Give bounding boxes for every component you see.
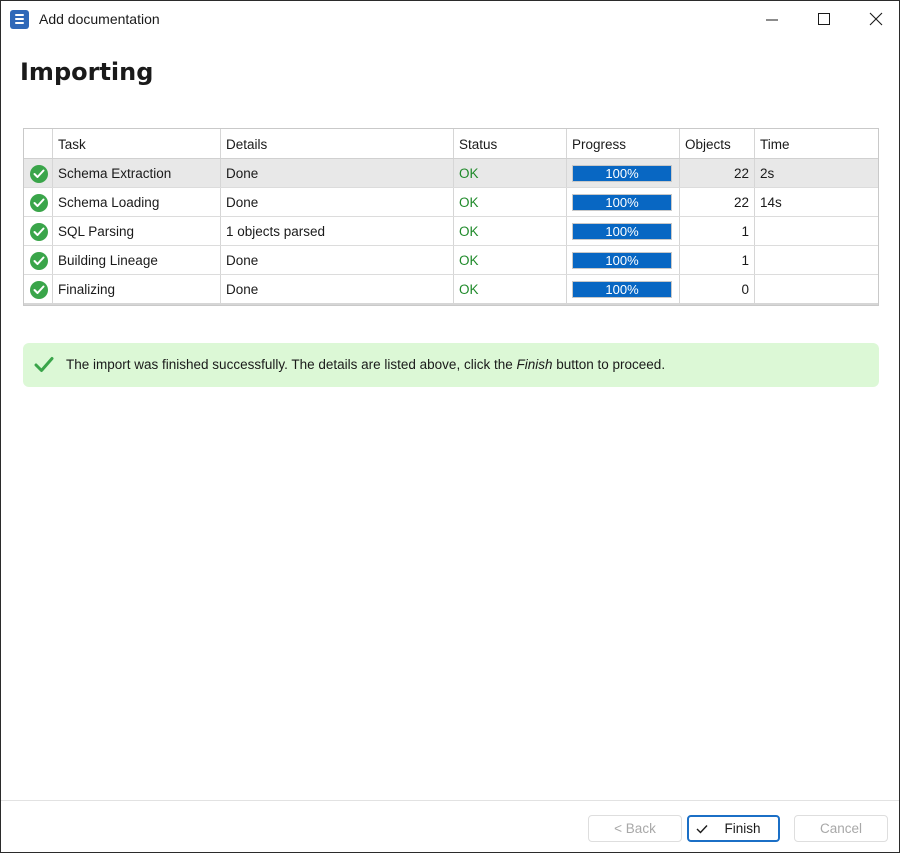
cell-task: Schema Loading: [52, 188, 220, 216]
maximize-button[interactable]: [801, 1, 847, 37]
progress-bar: 100%: [572, 194, 672, 211]
header-details[interactable]: Details: [220, 129, 453, 158]
cell-objects: 1: [679, 217, 754, 245]
header-task[interactable]: Task: [52, 129, 220, 158]
header-icon-column: [24, 129, 52, 158]
footer-divider: [1, 800, 899, 801]
check-circle-icon: [30, 252, 48, 270]
progress-text: 100%: [605, 224, 639, 239]
cell-objects: 1: [679, 246, 754, 274]
close-button[interactable]: [853, 1, 899, 37]
cell-details: 1 objects parsed: [220, 217, 453, 245]
progress-text: 100%: [605, 166, 639, 181]
checkmark-icon: [34, 357, 54, 372]
message-part-1: The import was finished successfully. Th…: [66, 357, 517, 372]
cell-progress: 100%: [566, 159, 679, 187]
cell-task: Finalizing: [52, 275, 220, 303]
check-icon: [696, 825, 708, 834]
header-time[interactable]: Time: [754, 129, 878, 158]
table-row[interactable]: Finalizing Done OK 100% 0: [24, 275, 878, 304]
header-objects[interactable]: Objects: [679, 129, 754, 158]
table-header-row: Task Details Status Progress Objects Tim…: [24, 129, 878, 159]
maximize-icon: [818, 13, 830, 25]
app-logo-icon: [10, 10, 29, 29]
add-documentation-window: Add documentation Importing Task Details…: [0, 0, 900, 853]
back-button[interactable]: < Back: [588, 815, 682, 842]
cell-objects: 22: [679, 188, 754, 216]
cell-time: [754, 217, 878, 245]
cell-task: Schema Extraction: [52, 159, 220, 187]
row-status-icon-cell: [24, 217, 52, 245]
progress-text: 100%: [605, 253, 639, 268]
progress-bar: 100%: [572, 252, 672, 269]
cell-details: Done: [220, 275, 453, 303]
cancel-button[interactable]: Cancel: [794, 815, 888, 842]
check-circle-icon: [30, 223, 48, 241]
cell-time: [754, 275, 878, 303]
cell-status: OK: [453, 275, 566, 303]
progress-text: 100%: [605, 282, 639, 297]
finish-button[interactable]: Finish: [687, 815, 780, 842]
window-title: Add documentation: [39, 11, 160, 27]
cell-objects: 0: [679, 275, 754, 303]
row-status-icon-cell: [24, 188, 52, 216]
cell-objects: 22: [679, 159, 754, 187]
minimize-button[interactable]: [749, 1, 795, 37]
cell-details: Done: [220, 188, 453, 216]
cell-details: Done: [220, 246, 453, 274]
message-part-2: button to proceed.: [552, 357, 666, 372]
success-notice: The import was finished successfully. Th…: [23, 343, 879, 387]
cancel-button-label: Cancel: [819, 821, 863, 836]
table-row[interactable]: Schema Loading Done OK 100% 22 14s: [24, 188, 878, 217]
page-title: Importing: [20, 58, 154, 86]
cell-status: OK: [453, 246, 566, 274]
status-ok-text: OK: [459, 253, 479, 268]
title-bar[interactable]: Add documentation: [1, 1, 899, 37]
cell-status: OK: [453, 159, 566, 187]
import-tasks-table: Task Details Status Progress Objects Tim…: [23, 128, 879, 306]
cell-time: [754, 246, 878, 274]
status-ok-text: OK: [459, 282, 479, 297]
row-status-icon-cell: [24, 246, 52, 274]
cell-time: 14s: [754, 188, 878, 216]
finish-button-label: Finish: [724, 821, 761, 836]
cell-progress: 100%: [566, 275, 679, 303]
status-ok-text: OK: [459, 195, 479, 210]
progress-bar: 100%: [572, 165, 672, 182]
progress-bar: 100%: [572, 281, 672, 298]
status-ok-text: OK: [459, 224, 479, 239]
cell-progress: 100%: [566, 246, 679, 274]
check-circle-icon: [30, 194, 48, 212]
message-finish-emphasis: Finish: [516, 357, 553, 372]
table-row[interactable]: SQL Parsing 1 objects parsed OK 100% 1: [24, 217, 878, 246]
progress-bar: 100%: [572, 223, 672, 240]
table-row[interactable]: Schema Extraction Done OK 100% 22 2s: [24, 159, 878, 188]
status-ok-text: OK: [459, 166, 479, 181]
cell-details: Done: [220, 159, 453, 187]
minimize-icon: [766, 19, 778, 21]
cell-progress: 100%: [566, 217, 679, 245]
header-status[interactable]: Status: [453, 129, 566, 158]
cell-time: 2s: [754, 159, 878, 187]
cell-task: Building Lineage: [52, 246, 220, 274]
header-progress[interactable]: Progress: [566, 129, 679, 158]
table-row[interactable]: Building Lineage Done OK 100% 1: [24, 246, 878, 275]
cell-status: OK: [453, 217, 566, 245]
cell-status: OK: [453, 188, 566, 216]
check-circle-icon: [30, 165, 48, 183]
check-circle-icon: [30, 281, 48, 299]
close-icon: [869, 12, 883, 26]
progress-text: 100%: [605, 195, 639, 210]
row-status-icon-cell: [24, 275, 52, 303]
success-message: The import was finished successfully. Th…: [66, 357, 665, 372]
back-button-label: < Back: [614, 821, 656, 836]
cell-progress: 100%: [566, 188, 679, 216]
cell-task: SQL Parsing: [52, 217, 220, 245]
row-status-icon-cell: [24, 159, 52, 187]
